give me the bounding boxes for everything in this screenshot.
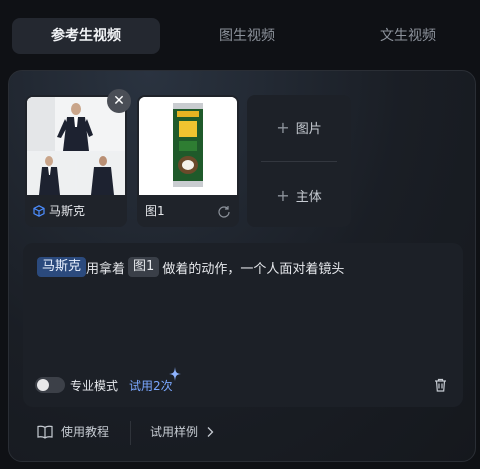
pro-mode-toggle[interactable] — [35, 377, 65, 393]
add-subject-button[interactable]: + 主体 — [247, 163, 351, 227]
tab-reference-video[interactable]: 参考生视频 — [12, 18, 160, 54]
image-card[interactable]: 图1 — [137, 95, 239, 227]
pro-mode-label: 专业模式 — [70, 379, 119, 393]
cube-icon — [33, 204, 45, 217]
trial-count: 试用2次 — [129, 379, 173, 393]
book-icon — [37, 425, 53, 439]
divider — [130, 421, 131, 445]
tab-text-to-video[interactable]: 文生视频 — [334, 18, 480, 54]
close-icon[interactable]: ✕ — [107, 89, 131, 113]
chevron-right-icon — [207, 426, 214, 437]
plus-icon: + — [276, 117, 290, 137]
subject-card-label: 马斯克 — [49, 204, 86, 218]
divider — [261, 161, 337, 162]
tab-image-to-video[interactable]: 图生视频 — [172, 18, 322, 54]
retry-icon[interactable] — [217, 205, 231, 219]
plus-icon: + — [276, 185, 290, 205]
subject-thumbnail — [27, 97, 125, 195]
add-image-button[interactable]: + 图片 — [247, 95, 351, 159]
subject-chip[interactable]: 马斯克 — [37, 257, 87, 277]
add-card: + 图片 + 主体 — [247, 95, 351, 227]
image-chip[interactable]: 图1 — [128, 257, 160, 277]
prompt-text: 马斯克 用拿着 图1 做着的动作，一个人面对着镜头 — [37, 257, 344, 277]
tutorial-link[interactable]: 使用教程 — [37, 423, 109, 440]
image-thumbnail — [139, 97, 237, 195]
tab-bar: 参考生视频 图生视频 文生视频 — [0, 8, 480, 64]
prompt-input[interactable]: 马斯克 用拿着 图1 做着的动作，一个人面对着镜头 专业模式 试用2次 — [23, 243, 463, 407]
image-card-label: 图1 — [145, 204, 165, 218]
trash-icon[interactable] — [434, 378, 447, 392]
reference-panel: 马斯克 ✕ 图1 + 图片 + 主体 马斯克 用拿着 图1 做着的动作，一个人面… — [8, 70, 476, 462]
subject-card[interactable]: 马斯克 — [25, 95, 127, 227]
sparkle-icon — [169, 367, 181, 381]
examples-link[interactable]: 试用样例 — [150, 423, 214, 440]
